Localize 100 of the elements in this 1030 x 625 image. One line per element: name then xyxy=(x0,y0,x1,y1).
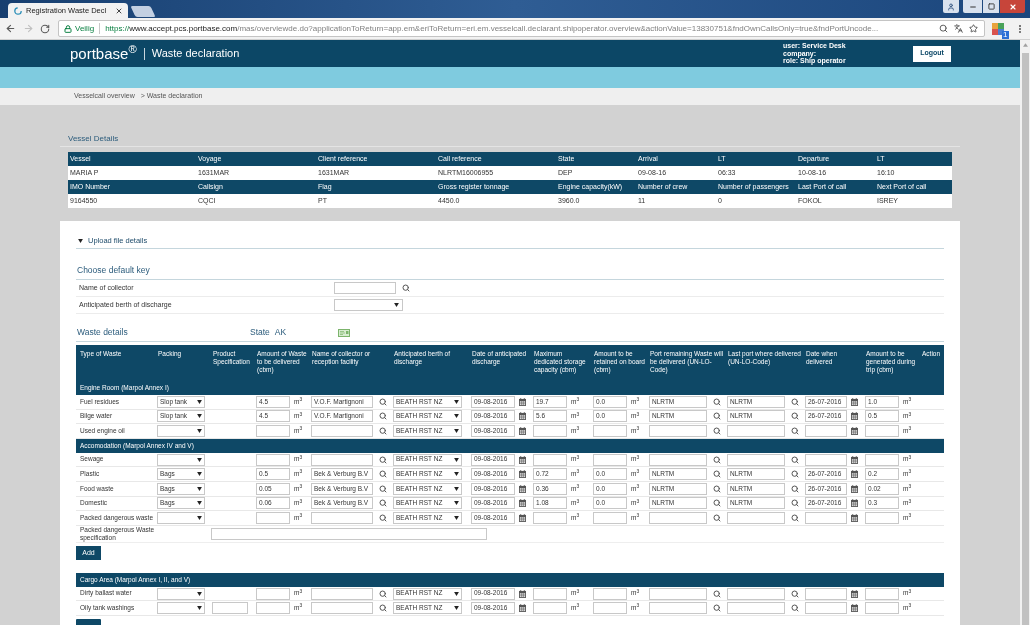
amount-input[interactable] xyxy=(256,453,290,466)
port-remaining-input[interactable] xyxy=(649,511,707,524)
reload-icon[interactable] xyxy=(40,23,50,34)
port-remaining-input[interactable] xyxy=(649,425,707,437)
amount-input[interactable] xyxy=(256,587,290,600)
storage-capacity-input[interactable] xyxy=(533,511,567,524)
calendar-icon[interactable] xyxy=(851,604,858,613)
calendar-icon[interactable] xyxy=(851,470,858,479)
search-icon[interactable] xyxy=(791,513,799,522)
search-icon[interactable] xyxy=(791,499,799,508)
search-icon[interactable] xyxy=(791,397,799,406)
search-icon[interactable] xyxy=(713,455,721,464)
retained-amount-input[interactable] xyxy=(593,425,627,437)
search-icon[interactable] xyxy=(379,589,387,598)
calendar-icon[interactable] xyxy=(851,412,858,421)
calendar-icon[interactable] xyxy=(519,589,526,598)
delivery-date-input[interactable] xyxy=(805,453,847,466)
retained-amount-input[interactable] xyxy=(593,453,627,466)
calendar-icon[interactable] xyxy=(519,397,526,406)
port-remaining-input[interactable] xyxy=(649,587,707,600)
collector-input[interactable] xyxy=(311,511,373,524)
storage-capacity-input[interactable] xyxy=(533,425,567,437)
collector-input[interactable] xyxy=(311,602,373,615)
generated-amount-input[interactable] xyxy=(865,425,899,437)
search-icon[interactable] xyxy=(713,499,721,508)
port-remaining-input[interactable] xyxy=(649,453,707,466)
search-icon[interactable] xyxy=(379,484,387,493)
calendar-icon[interactable] xyxy=(851,484,858,493)
extension-icon[interactable] xyxy=(992,22,1004,35)
retained-amount-input[interactable] xyxy=(593,587,627,600)
search-icon[interactable] xyxy=(402,284,410,292)
search-icon[interactable] xyxy=(713,589,721,598)
delivery-date-input[interactable] xyxy=(805,602,847,615)
close-tab-icon[interactable] xyxy=(115,6,123,15)
card-icon[interactable] xyxy=(338,328,351,337)
delivery-date-input[interactable] xyxy=(805,587,847,600)
search-icon[interactable] xyxy=(379,412,387,421)
last-port-input[interactable] xyxy=(727,511,785,524)
calendar-icon[interactable] xyxy=(519,499,526,508)
search-icon[interactable] xyxy=(379,427,387,435)
scroll-up-icon[interactable] xyxy=(1022,43,1028,47)
calendar-icon[interactable] xyxy=(519,427,526,435)
profile-button[interactable] xyxy=(943,0,959,13)
last-port-input[interactable] xyxy=(727,602,785,615)
search-icon[interactable] xyxy=(379,470,387,479)
generated-amount-input[interactable] xyxy=(865,453,899,466)
search-icon[interactable] xyxy=(713,604,721,613)
storage-capacity-input[interactable] xyxy=(533,602,567,615)
calendar-icon[interactable] xyxy=(851,427,858,435)
search-icon[interactable] xyxy=(791,427,799,435)
search-icon[interactable] xyxy=(379,499,387,508)
partial-button[interactable] xyxy=(76,618,101,625)
calendar-icon[interactable] xyxy=(519,455,526,464)
calendar-icon[interactable] xyxy=(851,499,858,508)
search-icon[interactable] xyxy=(791,589,799,598)
last-port-input[interactable] xyxy=(727,587,785,600)
delivery-date-input[interactable] xyxy=(805,425,847,437)
specification-input[interactable] xyxy=(211,527,487,540)
calendar-icon[interactable] xyxy=(851,455,858,464)
product-spec-input[interactable] xyxy=(212,602,248,615)
calendar-icon[interactable] xyxy=(519,513,526,522)
search-icon[interactable] xyxy=(379,604,387,613)
collector-input[interactable] xyxy=(334,282,396,294)
storage-capacity-input[interactable] xyxy=(533,453,567,466)
search-icon[interactable] xyxy=(791,484,799,493)
retained-amount-input[interactable] xyxy=(593,602,627,615)
amount-input[interactable] xyxy=(256,511,290,524)
maximize-button[interactable] xyxy=(983,0,999,13)
search-icon[interactable] xyxy=(791,604,799,613)
search-icon[interactable] xyxy=(713,484,721,493)
last-port-input[interactable] xyxy=(727,453,785,466)
calendar-icon[interactable] xyxy=(519,470,526,479)
retained-amount-input[interactable] xyxy=(593,511,627,524)
amount-input[interactable] xyxy=(256,425,290,437)
back-icon[interactable] xyxy=(5,23,16,34)
calendar-icon[interactable] xyxy=(851,397,858,406)
search-icon[interactable] xyxy=(791,470,799,479)
search-icon[interactable] xyxy=(379,513,387,522)
search-icon[interactable] xyxy=(713,397,721,406)
search-icon[interactable] xyxy=(791,455,799,464)
delivery-date-input[interactable] xyxy=(805,511,847,524)
close-window-button[interactable] xyxy=(1000,0,1025,13)
search-icon[interactable] xyxy=(791,412,799,421)
search-icon[interactable] xyxy=(379,455,387,464)
generated-amount-input[interactable] xyxy=(865,511,899,524)
last-port-input[interactable] xyxy=(727,425,785,437)
calendar-icon[interactable] xyxy=(519,604,526,613)
new-tab-button[interactable] xyxy=(130,6,156,17)
generated-amount-input[interactable] xyxy=(865,602,899,615)
amount-input[interactable] xyxy=(256,602,290,615)
collector-input[interactable] xyxy=(311,587,373,600)
search-icon[interactable] xyxy=(379,397,387,406)
calendar-icon[interactable] xyxy=(519,412,526,421)
scrollbar[interactable] xyxy=(1020,40,1030,625)
search-icon[interactable] xyxy=(713,513,721,522)
generated-amount-input[interactable] xyxy=(865,587,899,600)
calendar-icon[interactable] xyxy=(851,513,858,522)
port-remaining-input[interactable] xyxy=(649,602,707,615)
search-icon[interactable] xyxy=(713,470,721,479)
search-icon[interactable] xyxy=(713,427,721,435)
